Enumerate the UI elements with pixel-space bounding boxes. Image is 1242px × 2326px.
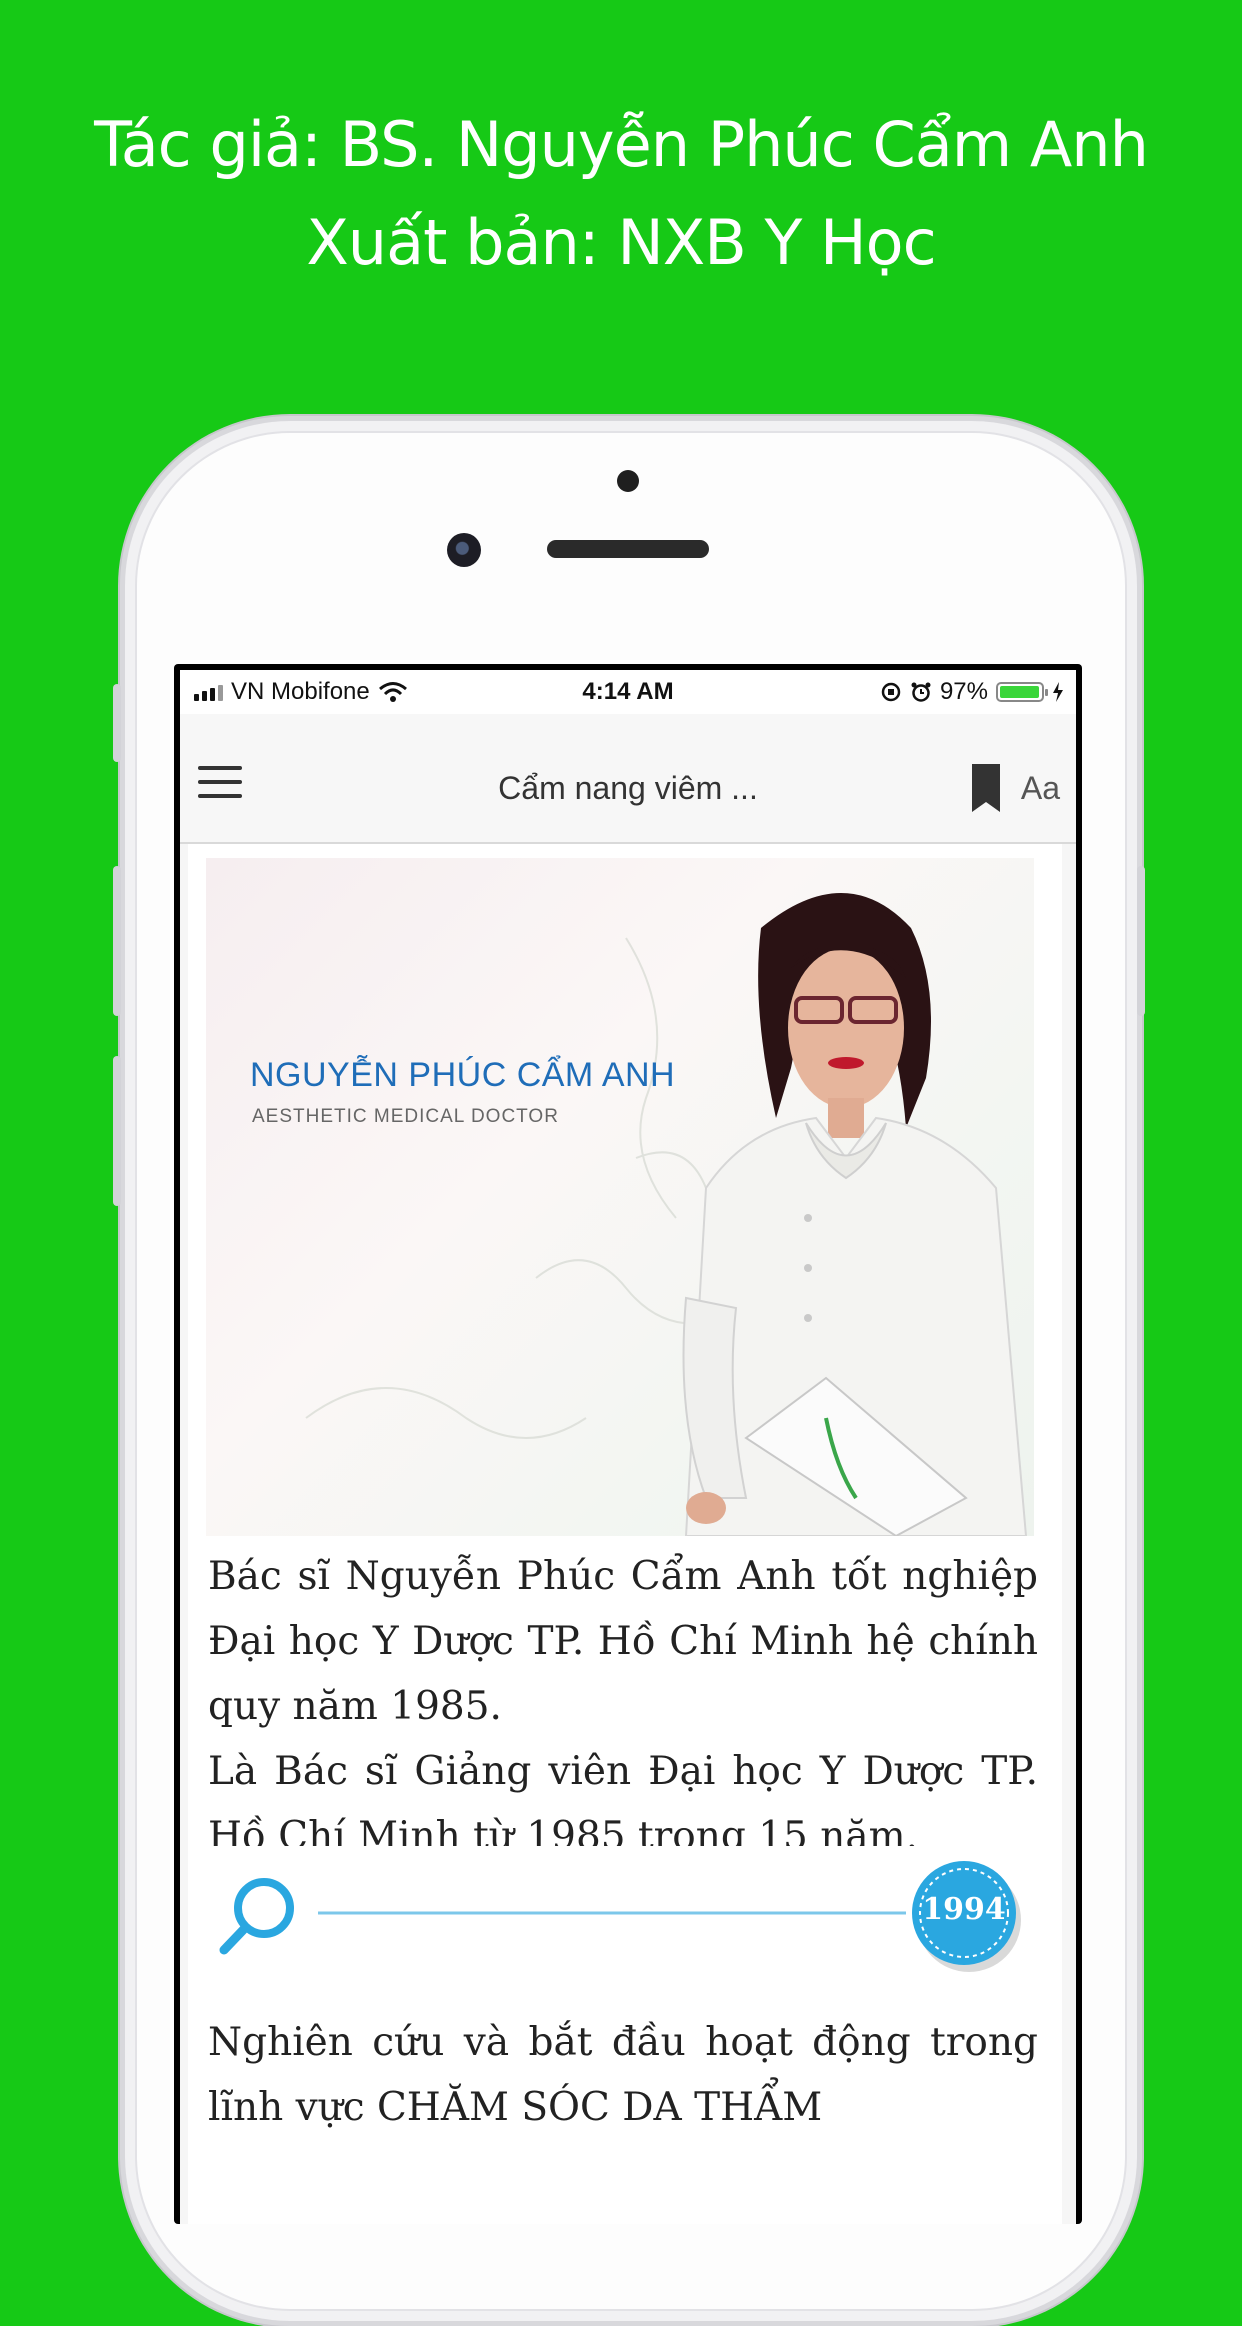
phone-volume-down — [113, 1056, 121, 1206]
orientation-lock-icon — [881, 682, 901, 702]
paragraph-education: Bác sĩ Nguyễn Phúc Cẩm Anh tốt nghiệp Đạ… — [208, 1554, 1038, 1729]
banner-doctor-name: NGUYỄN PHÚC CẨM ANH — [250, 1056, 676, 1094]
charging-icon — [1053, 682, 1063, 702]
reader-nav-bar: Cẩm nang viêm ... Aa — [180, 714, 1076, 844]
battery-icon — [996, 682, 1048, 702]
phone-volume-up — [113, 866, 121, 1016]
book-title: Cẩm nang viêm ... — [498, 770, 758, 806]
alarm-icon — [911, 682, 931, 702]
proximity-sensor — [617, 470, 639, 492]
earpiece-speaker — [547, 540, 709, 558]
reader-content[interactable]: NGUYỄN PHÚC CẨM ANH AESTHETIC MEDICAL DO… — [188, 844, 1062, 2224]
phone-screen: VN Mobifone 4:14 AM 97% Cẩm nang viêm ..… — [174, 664, 1082, 2224]
paragraph-research: Nghiên cứu và bắt đầu hoạt động trong lĩ… — [208, 2020, 1038, 2130]
bookmark-icon[interactable] — [972, 764, 1000, 812]
publisher-heading: Xuất bản: NXB Y Học — [306, 206, 936, 279]
front-camera — [447, 533, 481, 567]
font-settings-button[interactable]: Aa — [1021, 770, 1060, 807]
search-icon — [219, 1878, 294, 1955]
author-banner-image: NGUYỄN PHÚC CẨM ANH AESTHETIC MEDICAL DO… — [206, 858, 1034, 1536]
phone-mute-switch — [113, 684, 121, 762]
author-photo — [305, 893, 1028, 1536]
timeline-marker: 1994 — [206, 1846, 1034, 1986]
banner-doctor-title: AESTHETIC MEDICAL DOCTOR — [252, 1106, 559, 1127]
timeline-year: 1994 — [922, 1892, 1006, 1927]
status-bar: VN Mobifone 4:14 AM 97% — [180, 670, 1076, 714]
phone-power-button — [1137, 866, 1145, 1016]
author-heading: Tác giả: BS. Nguyễn Phúc Cẩm Anh — [94, 108, 1149, 181]
battery-percent: 97% — [939, 678, 988, 705]
